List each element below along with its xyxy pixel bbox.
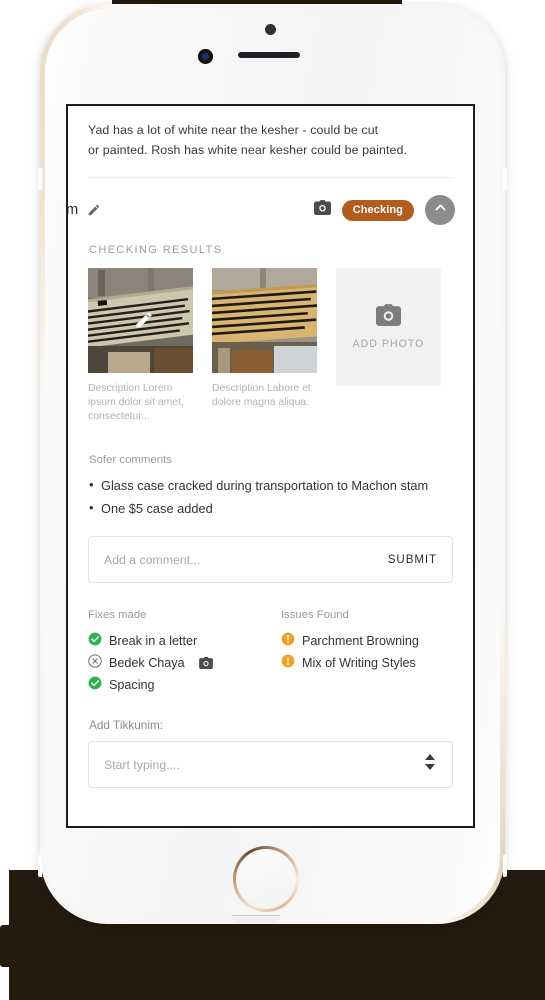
sofer-comment-list: Glass case cracked during transportation… [88,473,453,520]
fix-label: Bedek Chaya [109,656,185,670]
camera-icon[interactable] [313,200,331,220]
note-line-1: Yad has a lot of white near the kesher -… [88,123,379,137]
photo-description: Description Labore et dolore magna aliqu… [212,383,311,408]
x-circle-icon [88,653,102,673]
screen-body: CHECKING RESULTS Description Lorem ipsum… [68,244,473,788]
fixes-issues-columns: Fixes made Break in a letter Bedek Chaya… [88,609,453,696]
alert-circle-icon [281,632,295,651]
collapse-button[interactable] [425,195,455,225]
home-button[interactable] [233,846,299,912]
photo-description: Description Lorem ipsum dolor sit amet, … [88,383,184,422]
camera-icon[interactable] [198,657,213,669]
tikkunim-input-row [88,741,453,788]
pencil-icon[interactable] [134,310,154,330]
fixes-heading: Fixes made [88,609,147,621]
page-title: om [66,202,79,218]
alert-circle-icon [281,654,295,673]
issue-label: Mix of Writing Styles [302,656,416,670]
volume-button-nub-left [38,168,42,190]
photo-thumbnail-item: Description Labore et dolore magna aliqu… [212,268,317,424]
list-item: One $5 case added [88,496,453,520]
chevron-up-icon [433,200,448,220]
antenna-line-left [38,855,42,877]
torah-scroll-photo-2[interactable] [212,268,317,373]
power-button-nub-right [503,168,507,190]
tikkunim-input[interactable] [104,757,423,772]
check-circle-icon [88,632,102,651]
fix-label: Break in a letter [109,634,198,648]
issues-heading: Issues Found [281,609,349,621]
issue-label: Parchment Browning [302,634,419,648]
list-item[interactable]: Parchment Browning [281,630,453,652]
list-item: Glass case cracked during transportation… [88,473,453,497]
status-badge[interactable]: Checking [341,199,414,221]
earpiece-speaker-icon [238,52,300,58]
list-item[interactable]: Bedek Chaya [88,652,281,674]
list-item[interactable]: Break in a letter [88,630,281,652]
checking-results-caption: CHECKING RESULTS [89,244,223,256]
submit-button[interactable]: SUBMIT [388,553,437,566]
backdrop-notch [0,925,12,967]
up-down-arrows-icon[interactable] [423,753,437,776]
sofer-comments-label: Sofer comments [89,454,172,466]
header-actions: Checking [313,195,455,225]
note-line-2: or painted. Rosh has white near kesher c… [88,143,408,157]
proximity-sensor-icon [265,24,276,35]
divider [88,177,453,178]
camera-icon [376,304,401,329]
add-photo-button[interactable]: ADD PHOTO [336,268,441,386]
section-header-row: om Checking [66,182,473,238]
list-item[interactable]: Spacing [88,674,281,696]
fix-label: Spacing [109,678,155,692]
bottom-speaker-grille [232,915,280,924]
torah-scroll-photo-1[interactable] [88,268,193,373]
antenna-line-right [503,855,507,877]
comment-input[interactable] [104,552,388,567]
fixes-column: Fixes made Break in a letter Bedek Chaya… [88,609,281,696]
issues-column: Issues Found Parchment Browning Mix of W… [281,609,453,696]
add-photo-label: ADD PHOTO [352,338,425,350]
comment-input-row: SUBMIT [88,536,453,583]
front-camera-icon [198,49,213,64]
check-circle-icon [88,676,102,695]
pencil-icon[interactable] [87,203,101,217]
app-screen: Yad has a lot of white near the kesher -… [66,104,475,828]
photo-thumbnail-item: Description Lorem ipsum dolor sit amet, … [88,268,193,424]
list-item[interactable]: Mix of Writing Styles [281,652,453,674]
screenshot-root: Yad has a lot of white near the kesher -… [0,0,545,1000]
photo-thumbnail-list: Description Lorem ipsum dolor sit amet, … [88,268,453,424]
add-tikkunim-label: Add Tikkunim: [89,718,164,732]
note-block: Yad has a lot of white near the kesher -… [68,106,473,182]
